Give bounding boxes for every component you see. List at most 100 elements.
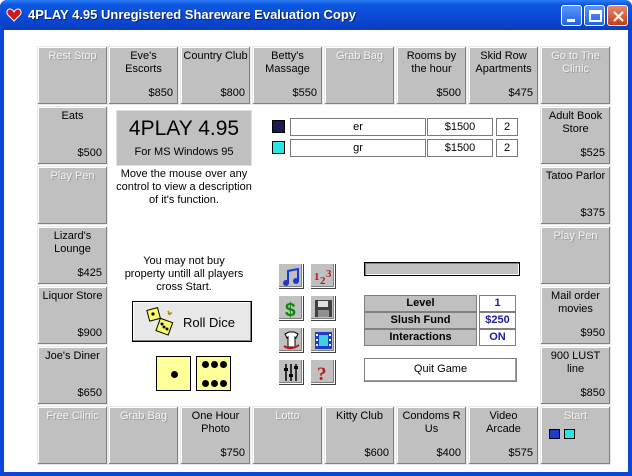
property-name: Eve's Escorts	[125, 50, 162, 75]
die-pip	[220, 380, 227, 387]
property-rest-stop[interactable]: Rest Stop	[37, 46, 108, 105]
property-betty-s-massage[interactable]: Betty's Massage $550	[252, 46, 323, 105]
property-name: Play Pen	[50, 170, 95, 182]
numbers-123-icon: 1 23	[314, 268, 332, 287]
level-label: Level	[364, 295, 477, 312]
property-name: Rest Stop	[48, 50, 97, 62]
property-price: $500	[436, 87, 461, 99]
die-pip	[202, 380, 209, 387]
property-grab-bag[interactable]: Grab Bag	[324, 46, 395, 105]
die-pip	[211, 361, 218, 368]
question-mark-button[interactable]: ?	[310, 359, 335, 384]
property-price: $850	[148, 87, 173, 99]
shirt-swap-icon	[283, 331, 300, 350]
property-mail-order-movies[interactable]: Mail order movies $950	[540, 286, 611, 345]
svg-text:$: $	[285, 300, 296, 319]
property-video-arcade[interactable]: Video Arcade $575	[468, 406, 539, 465]
property-price: $400	[436, 447, 461, 459]
dice-cup-icon	[146, 307, 174, 336]
property-price: $475	[508, 87, 533, 99]
property-adult-book-store[interactable]: Adult Book Store $525	[540, 106, 611, 165]
property-play-pen[interactable]: Play Pen	[37, 166, 108, 225]
music-note-button[interactable]	[278, 263, 303, 288]
numbers-123-button[interactable]: 123	[310, 263, 335, 288]
player-count: 2	[496, 118, 518, 136]
property-name: Betty's Massage	[265, 50, 310, 75]
progress-bar	[364, 262, 520, 276]
property-price: $950	[580, 327, 605, 339]
window-title: 4PLAY 4.95 Unregistered Shareware Evalua…	[28, 7, 357, 22]
close-button[interactable]	[607, 5, 628, 26]
die-face	[196, 356, 231, 391]
player-money: $1500	[427, 139, 493, 157]
player-name: er	[290, 118, 426, 136]
title-bar[interactable]: 4PLAY 4.95 Unregistered Shareware Evalua…	[0, 0, 632, 30]
player-color-swatch	[272, 141, 285, 154]
property-price: $500	[77, 147, 102, 159]
die-pip	[211, 380, 218, 387]
floppy-save-button[interactable]	[310, 295, 335, 320]
minimize-button[interactable]	[561, 5, 582, 26]
property-lotto[interactable]: Lotto	[252, 406, 323, 465]
property-liquor-store[interactable]: Liquor Store $900	[37, 286, 108, 345]
dollar-button[interactable]: $	[278, 295, 303, 320]
property-price: $375	[580, 207, 605, 219]
property-grab-bag[interactable]: Grab Bag	[108, 406, 179, 465]
property-joe-s-diner[interactable]: Joe's Diner $650	[37, 346, 108, 405]
property-900-lust-line[interactable]: 900 LUST line $850	[540, 346, 611, 405]
shirt-swap-button[interactable]	[278, 327, 303, 352]
svg-text:1: 1	[314, 271, 320, 283]
property-name: Lizard's Lounge	[53, 230, 92, 255]
interactions-value[interactable]: ON	[479, 329, 516, 346]
property-condoms-r-us[interactable]: Condoms R Us $400	[396, 406, 467, 465]
player-name: gr	[290, 139, 426, 157]
property-price: $800	[220, 87, 245, 99]
property-kitty-club[interactable]: Kitty Club $600	[324, 406, 395, 465]
player-token	[564, 429, 575, 439]
property-name: Country Club	[183, 50, 248, 62]
property-play-pen[interactable]: Play Pen	[540, 226, 611, 285]
property-price: $850	[580, 387, 605, 399]
property-name: Joe's Diner	[45, 350, 100, 362]
property-tatoo-parlor[interactable]: Tatoo Parlor $375	[540, 166, 611, 225]
property-country-club[interactable]: Country Club $800	[180, 46, 251, 105]
slush-fund-label: Slush Fund	[364, 312, 477, 329]
sliders-icon	[284, 364, 298, 381]
die-pip	[171, 371, 178, 378]
property-eats[interactable]: Eats $500	[37, 106, 108, 165]
app-title: 4PLAY 4.95	[128, 117, 240, 140]
die-pip	[202, 361, 209, 368]
property-price: $900	[77, 327, 102, 339]
svg-text:?: ?	[317, 364, 327, 383]
property-name: Condoms R Us	[402, 410, 461, 435]
property-name: Rooms by the hour	[406, 50, 457, 75]
property-price: $425	[77, 267, 102, 279]
property-skid-row-apartments[interactable]: Skid Row Apartments $475	[468, 46, 539, 105]
property-name: Eats	[61, 110, 84, 122]
property-name: Lotto	[275, 410, 300, 422]
property-price: $525	[580, 147, 605, 159]
brand-panel: 4PLAY 4.95 For MS Windows 95	[116, 110, 252, 166]
property-name: Go to The Clinic	[551, 50, 600, 75]
maximize-button[interactable]	[584, 5, 605, 26]
help-text: Move the mouse over any control to view …	[116, 168, 252, 206]
property-go-to-the-clinic[interactable]: Go to The Clinic	[540, 46, 611, 105]
slush-fund-value: $250	[479, 312, 516, 329]
app-window: 4PLAY 4.95 Unregistered Shareware Evalua…	[0, 0, 632, 476]
property-one-hour-photo[interactable]: One Hour Photo $750	[180, 406, 251, 465]
property-name: Free Clinic	[46, 410, 99, 422]
property-free-clinic[interactable]: Free Clinic	[37, 406, 108, 465]
property-eve-s-escorts[interactable]: Eve's Escorts $850	[108, 46, 179, 105]
roll-dice-label: Roll Dice	[183, 315, 236, 330]
game-board: Rest Stop Eve's Escorts $850 Country Club $8…	[4, 30, 628, 472]
property-name: Kitty Club	[335, 410, 384, 422]
question-mark-icon: ?	[317, 364, 327, 383]
roll-dice-button[interactable]: Roll Dice	[132, 301, 252, 342]
property-rooms-by-the-hour[interactable]: Rooms by the hour $500	[396, 46, 467, 105]
quit-game-button[interactable]: Quit Game	[364, 358, 517, 382]
property-price: $550	[292, 87, 317, 99]
sliders-button[interactable]	[278, 359, 303, 384]
property-lizard-s-lounge[interactable]: Lizard's Lounge $425	[37, 226, 108, 285]
die-pip	[220, 361, 227, 368]
film-strip-button[interactable]	[310, 327, 335, 352]
